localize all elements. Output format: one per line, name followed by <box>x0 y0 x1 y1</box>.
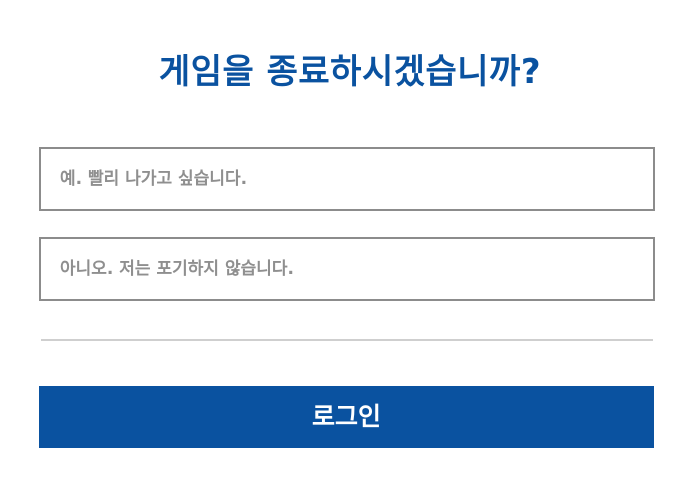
option-yes[interactable]: 예. 빨리 나가고 싶습니다. <box>39 147 655 211</box>
option-no[interactable]: 아니오. 저는 포기하지 않습니다. <box>39 237 655 301</box>
dialog-title: 게임을 종료하시겠습니까? <box>158 52 542 92</box>
option-no-label: 아니오. 저는 포기하지 않습니다. <box>60 259 294 279</box>
option-yes-label: 예. 빨리 나가고 싶습니다. <box>60 169 248 189</box>
divider <box>41 339 653 341</box>
login-button[interactable]: 로그인 <box>39 386 654 448</box>
exit-game-dialog: 게임을 종료하시겠습니까? 예. 빨리 나가고 싶습니다. 아니오. 저는 포기… <box>0 0 700 500</box>
